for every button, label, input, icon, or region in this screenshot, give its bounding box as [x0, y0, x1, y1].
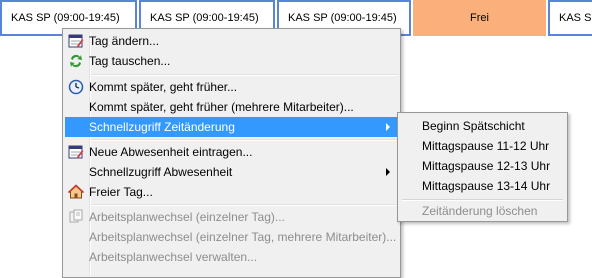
menu-item-label: Arbeitsplanwechsel (einzelner Tag)... [89, 210, 285, 224]
schedule-cell-label: KAS SP (09:00-19:45) [150, 12, 259, 24]
menu-item-label: Kommt später, geht früher... [89, 80, 238, 94]
menu-separator [91, 139, 398, 141]
context-menu: Tag ändern... Tag tauschen... Kommt spät… [62, 28, 401, 278]
clock-icon [68, 79, 84, 95]
menu-item-arbeitsplanwechsel-verwalten: Arbeitsplanwechsel verwalten... [65, 247, 398, 267]
schedule-cell-label: KAS SP (09:00-19:45) [11, 12, 120, 24]
house-icon [68, 184, 84, 200]
submenu-item-zeitaenderung-loeschen: Zeitänderung löschen [400, 201, 565, 221]
menu-item-kommt-spaeter-mehrere[interactable]: Kommt später, geht früher (mehrere Mitar… [65, 97, 398, 117]
submenu-arrow-icon [386, 123, 390, 131]
menu-item-label: Freier Tag... [89, 185, 153, 199]
schedule-cell-free[interactable]: Frei [413, 0, 546, 36]
submenu-item-label: Beginn Spätschicht [422, 119, 525, 133]
menu-separator [91, 204, 398, 206]
menu-item-label: Kommt später, geht früher (mehrere Mitar… [89, 100, 354, 114]
menu-item-schnellzugriff-abwesenheit[interactable]: Schnellzugriff Abwesenheit [65, 162, 398, 182]
submenu-item-beginn-spaetschicht[interactable]: Beginn Spätschicht [400, 116, 565, 136]
submenu-item-mittagspause-12-13[interactable]: Mittagspause 12-13 Uhr [400, 156, 565, 176]
menu-item-tag-tauschen[interactable]: Tag tauschen... [65, 51, 398, 71]
submenu-item-label: Mittagspause 12-13 Uhr [422, 159, 551, 173]
calendar-edit-icon [68, 144, 84, 160]
menu-item-label: Neue Abwesenheit eintragen... [89, 145, 253, 159]
menu-separator [91, 74, 398, 76]
submenu-item-label: Mittagspause 11-12 Uhr [422, 139, 550, 153]
menu-item-neue-abwesenheit[interactable]: Neue Abwesenheit eintragen... [65, 142, 398, 162]
menu-item-kommt-spaeter[interactable]: Kommt später, geht früher... [65, 77, 398, 97]
menu-item-tag-aendern[interactable]: Tag ändern... [65, 31, 398, 51]
schedule-cell-label: KAS SP (09:00-19:45) [288, 12, 397, 24]
document-swap-icon [68, 209, 84, 225]
submenu-zeitaenderung: Beginn Spätschicht Mittagspause 11-12 Uh… [397, 112, 568, 222]
menu-item-label: Schnellzugriff Abwesenheit [89, 165, 233, 179]
menu-item-label: Schnellzugriff Zeitänderung [89, 120, 235, 134]
menu-item-label: Tag tauschen... [89, 54, 171, 68]
menu-item-schnellzugriff-zeitaenderung[interactable]: Schnellzugriff Zeitänderung [65, 117, 398, 137]
submenu-item-label: Mittagspause 13-14 Uhr [422, 179, 551, 193]
schedule-cell-label: Frei [470, 12, 489, 24]
submenu-arrow-icon [386, 168, 390, 176]
menu-item-arbeitsplanwechsel: Arbeitsplanwechsel (einzelner Tag)... [65, 207, 398, 227]
schedule-cell[interactable]: KAS SP [548, 0, 592, 36]
menu-item-label: Arbeitsplanwechsel (einzelner Tag, mehre… [89, 230, 397, 244]
menu-item-freier-tag[interactable]: Freier Tag... [65, 182, 398, 202]
menu-item-label: Arbeitsplanwechsel verwalten... [89, 250, 258, 264]
submenu-item-mittagspause-11-12[interactable]: Mittagspause 11-12 Uhr [400, 136, 565, 156]
swap-arrows-icon [68, 53, 84, 69]
submenu-item-label: Zeitänderung löschen [422, 204, 538, 218]
calendar-edit-icon [68, 33, 84, 49]
schedule-cell-label: KAS SP [559, 12, 592, 24]
menu-item-label: Tag ändern... [89, 34, 160, 48]
submenu-item-mittagspause-13-14[interactable]: Mittagspause 13-14 Uhr [400, 176, 565, 196]
menu-item-arbeitsplanwechsel-mehrere: Arbeitsplanwechsel (einzelner Tag, mehre… [65, 227, 398, 247]
